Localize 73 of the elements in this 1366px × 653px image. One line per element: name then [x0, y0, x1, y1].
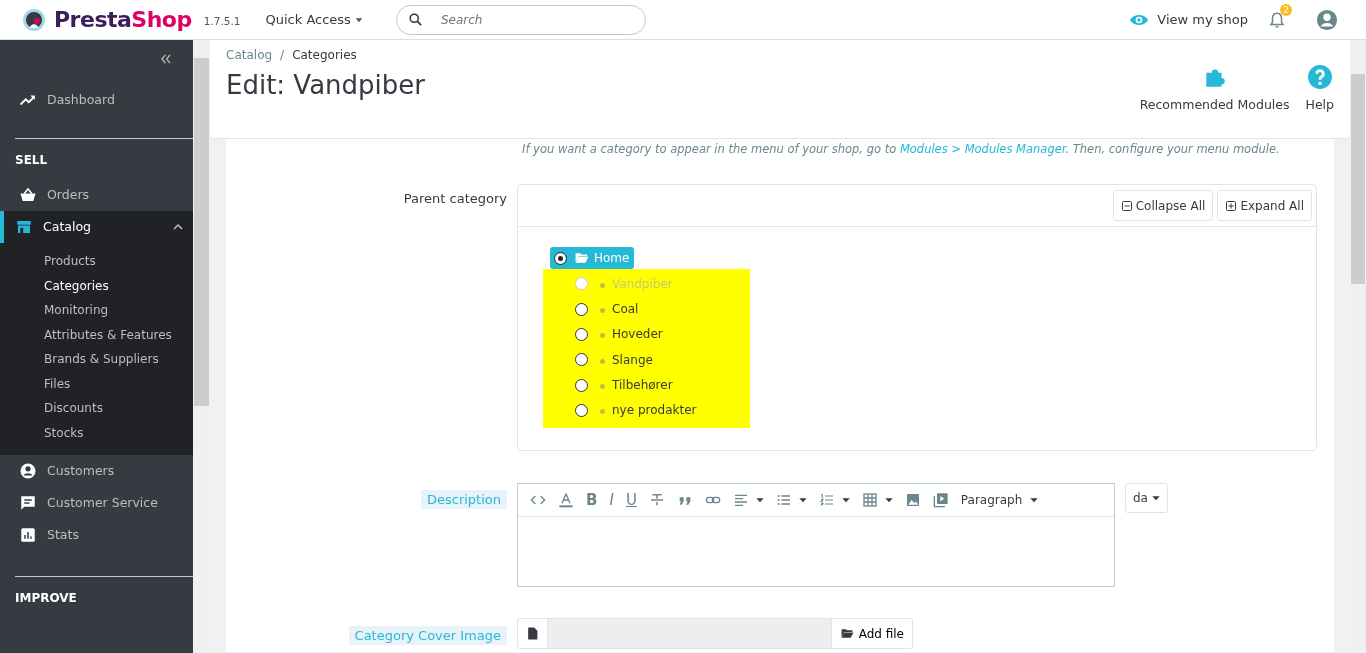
search-icon [407, 11, 423, 27]
view-shop-link[interactable]: View my shop [1129, 9, 1248, 30]
logo-icon[interactable] [22, 7, 46, 32]
format-button[interactable]: I [603, 488, 620, 513]
tree-node[interactable]: Hoveder [543, 321, 750, 348]
notification-count: 2 [1280, 3, 1292, 16]
format-button[interactable]: B [580, 488, 604, 513]
submenu-item[interactable]: Products [0, 249, 193, 274]
tree-node[interactable]: Slange [543, 347, 750, 373]
caret-icon [1152, 494, 1160, 503]
tree-node[interactable]: nye prodakter [543, 397, 750, 424]
language-dropdown[interactable]: da [1125, 483, 1168, 514]
scrollbar-thumb[interactable] [1351, 74, 1365, 284]
breadcrumb-link[interactable]: Catalog [226, 46, 273, 64]
section-heading: SELL [14, 152, 49, 169]
field-label: Parent category [403, 191, 507, 207]
bell-icon[interactable] [1268, 11, 1286, 30]
submenu-item[interactable]: Stocks [0, 420, 193, 445]
page-title: Edit: Vandpiber [226, 70, 426, 102]
tree-node[interactable]: Coal [543, 296, 750, 322]
brand-name[interactable]: PrestaShop [54, 3, 192, 36]
collapse-all-button[interactable]: Collapse All [1112, 190, 1214, 222]
version-label: 1.7.5.1 [203, 13, 241, 29]
breadcrumb-separator: / [280, 47, 285, 64]
breadcrumb-link[interactable]: Categories [292, 46, 357, 64]
submenu-item[interactable]: Monitoring [0, 298, 193, 323]
sidebar-item[interactable]: Customer Service [0, 487, 193, 519]
submenu-item[interactable]: Files [0, 371, 193, 396]
user-avatar-icon[interactable] [1316, 8, 1338, 31]
file-input[interactable]: Add file [517, 618, 913, 650]
submenu-item[interactable]: Discounts [0, 396, 193, 421]
tree-node[interactable]: Tilbehører [543, 372, 750, 398]
folder-icon [839, 627, 855, 641]
toolbar-button[interactable]: Help [1305, 46, 1334, 138]
submenu-item[interactable]: Attributes & Features [0, 322, 193, 347]
file-icon [526, 627, 539, 641]
align-left-icon[interactable] [732, 492, 749, 509]
add-file-button[interactable]: Add file [831, 619, 912, 649]
sidebar-item[interactable]: Customers [0, 455, 193, 487]
minus-square-icon [1120, 199, 1133, 212]
basket-icon [19, 186, 37, 204]
format-dropdown[interactable]: Paragraph [954, 488, 1045, 513]
chart-icon [19, 526, 37, 544]
toolbar-button[interactable]: Recommended Modules [1139, 46, 1290, 138]
sidebar-item[interactable]: Catalog [0, 211, 193, 243]
field-label: Category Cover Image [348, 626, 507, 646]
submenu-item[interactable]: Categories [0, 273, 193, 298]
collapse-icon[interactable] [159, 52, 173, 66]
caret-icon [354, 15, 363, 24]
font-color-icon[interactable] [558, 492, 574, 509]
section-heading: IMPROVE [14, 590, 78, 607]
help-icon [1306, 64, 1333, 90]
sidebar-item[interactable]: Dashboard [0, 84, 193, 116]
chat-icon [19, 494, 37, 512]
table-icon[interactable] [861, 492, 878, 509]
folder-icon [574, 251, 590, 266]
caret-icon [1030, 496, 1039, 505]
search-field[interactable]: Search [395, 4, 646, 35]
format-button[interactable]: U [619, 488, 643, 513]
help-text: If you want a category to appear in the menu of your shop, go to Modules > Modules Manager. Then, configure your menu module. [521, 141, 1281, 158]
user-icon [19, 462, 37, 480]
submenu-item[interactable]: Brands & Suppliers [0, 347, 193, 372]
video-icon[interactable] [932, 492, 949, 509]
sidebar-item[interactable]: Stats [0, 519, 193, 551]
sidebar-item[interactable]: Orders [0, 179, 193, 211]
expand-all-button[interactable]: Expand All [1217, 190, 1312, 222]
plus-square-icon [1225, 199, 1238, 212]
image-icon[interactable] [904, 492, 921, 509]
store-icon [15, 218, 33, 236]
tree-node: Vandpiber [543, 271, 750, 297]
quick-access-menu[interactable]: Quick Access [264, 8, 364, 31]
scrollbar-thumb[interactable] [194, 58, 209, 406]
field-label: Description [420, 490, 507, 510]
